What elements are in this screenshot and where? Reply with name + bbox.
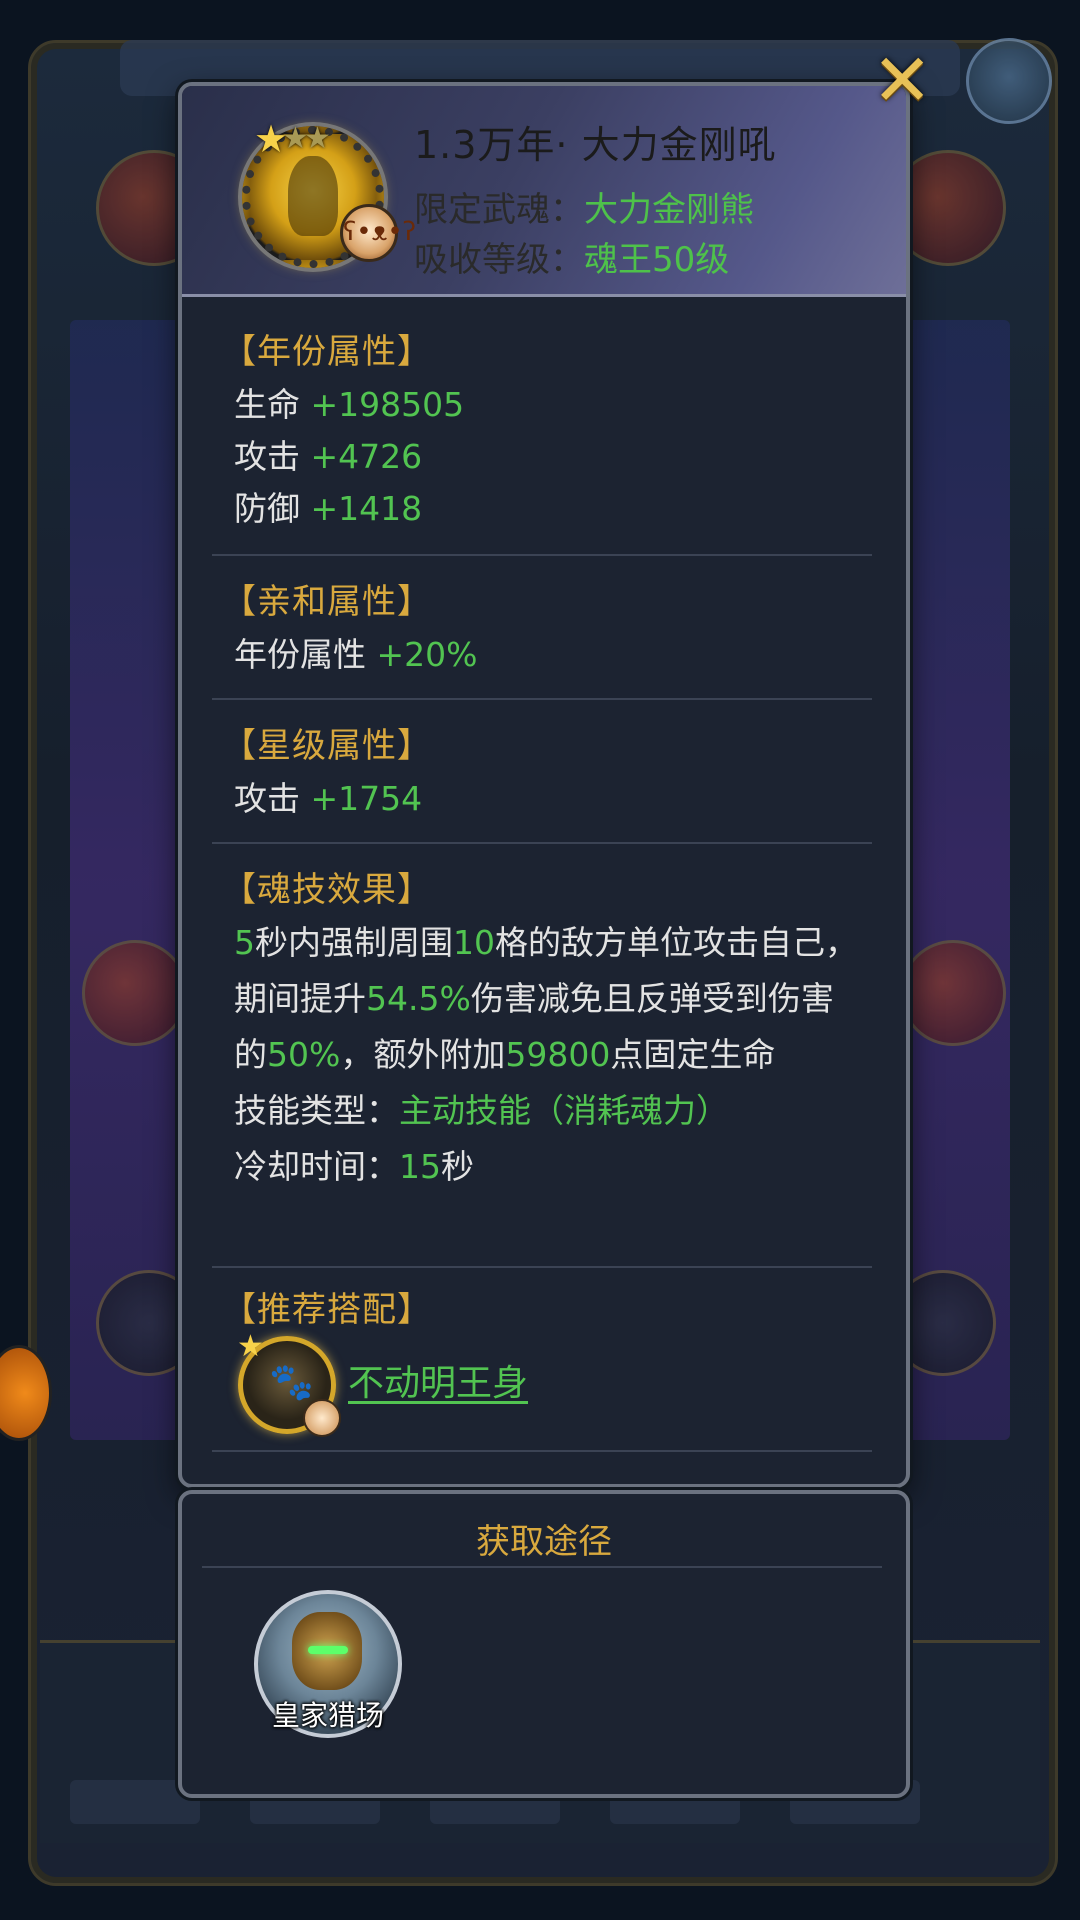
background-soul-ring-right	[900, 940, 1006, 1046]
royal-hunting-ground-button[interactable]: 皇家猎场	[254, 1590, 402, 1738]
skill-description: 5秒内强制周围10格的敌方单位攻击自己，期间提升54.5%伤害减免且反弹受到伤害…	[222, 915, 864, 1083]
attr-label: 年份属性	[234, 635, 366, 674]
background-close-button	[966, 38, 1052, 124]
attr-label: 攻击	[234, 779, 300, 818]
divider	[212, 554, 872, 556]
section-heading: 【星级属性】	[222, 726, 432, 766]
attr-value: +1418	[310, 489, 423, 528]
affinity-attributes-section: 【亲和属性】 年份属性 +20%	[222, 574, 862, 681]
glowing-eyes	[308, 1646, 348, 1654]
desc-highlight: 54.5%	[366, 979, 471, 1018]
limit-value: 大力金刚熊	[584, 190, 754, 230]
skill-type-label: 技能类型：	[234, 1091, 399, 1130]
soul-skill-detail-card: ★ ★ ★ ʕ•ᴥ•ʔ 1.3万年· 大力金刚吼 限定武魂：大力金刚熊 吸收等级…	[178, 82, 910, 1488]
skill-title: 1.3万年· 大力金刚吼	[414, 123, 777, 167]
limit-label: 限定武魂：	[414, 190, 584, 230]
divider	[202, 1566, 882, 1568]
desc-highlight: 50%	[267, 1035, 341, 1074]
attr-label: 生命	[234, 385, 300, 424]
attr-label: 防御	[234, 489, 300, 528]
acquisition-title: 获取途径	[476, 1522, 612, 1562]
bear-spirit-icon	[303, 1399, 341, 1437]
star-icon: ★	[237, 1329, 264, 1364]
star-attributes-section: 【星级属性】 攻击 +1754	[222, 718, 862, 825]
attr-value: +4726	[310, 437, 423, 476]
skill-type-row: 技能类型：主动技能（消耗魂力）	[222, 1083, 862, 1139]
attr-row: 攻击 +1754	[222, 773, 862, 825]
bear-spirit-icon: ʕ•ᴥ•ʔ	[340, 204, 416, 262]
recommend-section: 【推荐搭配】	[222, 1282, 862, 1331]
section-heading: 【魂技效果】	[222, 870, 432, 910]
year-attributes-section: 【年份属性】 生命 +198505 攻击 +4726 防御 +1418	[222, 324, 862, 535]
star-icon: ★	[304, 121, 331, 156]
desc-text: 点固定生命	[610, 1035, 776, 1074]
desc-text: 秒内强制周围	[255, 923, 453, 962]
section-heading: 【年份属性】	[222, 332, 432, 372]
divider	[212, 1450, 872, 1452]
card-header: ★ ★ ★ ʕ•ᴥ•ʔ 1.3万年· 大力金刚吼 限定武魂：大力金刚熊 吸收等级…	[182, 86, 906, 297]
cooldown-unit: 秒	[441, 1147, 474, 1186]
limit-spirit-row: 限定武魂：大力金刚熊	[414, 182, 754, 231]
attr-value: +1754	[310, 779, 423, 818]
skill-type-value: 主动技能（消耗魂力）	[399, 1091, 729, 1130]
divider	[212, 1266, 872, 1268]
attr-value: +198505	[310, 385, 465, 424]
absorb-label: 吸收等级：	[414, 240, 584, 280]
recommended-skill-icon[interactable]: ★ 🐾	[237, 1329, 341, 1437]
cooldown-value: 15	[399, 1147, 441, 1186]
paw-icon: 🐾	[269, 1362, 314, 1403]
absorb-value: 魂王50级	[584, 240, 730, 280]
vajra-figure-icon	[288, 156, 338, 236]
attr-value: +20%	[376, 635, 478, 674]
divider	[212, 698, 872, 700]
divider	[212, 842, 872, 844]
section-heading: 【推荐搭配】	[222, 1290, 432, 1330]
background-soul-ring-left	[82, 940, 188, 1046]
cooldown-label: 冷却时间：	[234, 1147, 399, 1186]
desc-highlight: 10	[453, 923, 495, 962]
recommended-skill-link[interactable]: 不动明王身	[348, 1354, 528, 1406]
attr-row: 攻击 +4726	[222, 431, 862, 483]
attr-row: 防御 +1418	[222, 483, 862, 535]
skill-effect-section: 【魂技效果】 5秒内强制周围10格的敌方单位攻击自己，期间提升54.5%伤害减免…	[222, 862, 862, 1195]
desc-text: ，额外附加	[340, 1035, 506, 1074]
source-item-label: 皇家猎场	[271, 1699, 384, 1732]
absorb-level-row: 吸收等级：魂王50级	[414, 232, 729, 281]
acquisition-panel: 获取途径 皇家猎场	[178, 1490, 910, 1798]
desc-highlight: 5	[234, 923, 255, 962]
attr-row: 年份属性 +20%	[222, 629, 862, 681]
section-heading: 【亲和属性】	[222, 582, 432, 622]
desc-highlight: 59800	[505, 1035, 611, 1074]
attr-row: 生命 +198505	[222, 379, 862, 431]
close-icon[interactable]: ✕	[872, 44, 932, 116]
cooldown-row: 冷却时间：15秒	[222, 1139, 862, 1195]
attr-label: 攻击	[234, 437, 300, 476]
